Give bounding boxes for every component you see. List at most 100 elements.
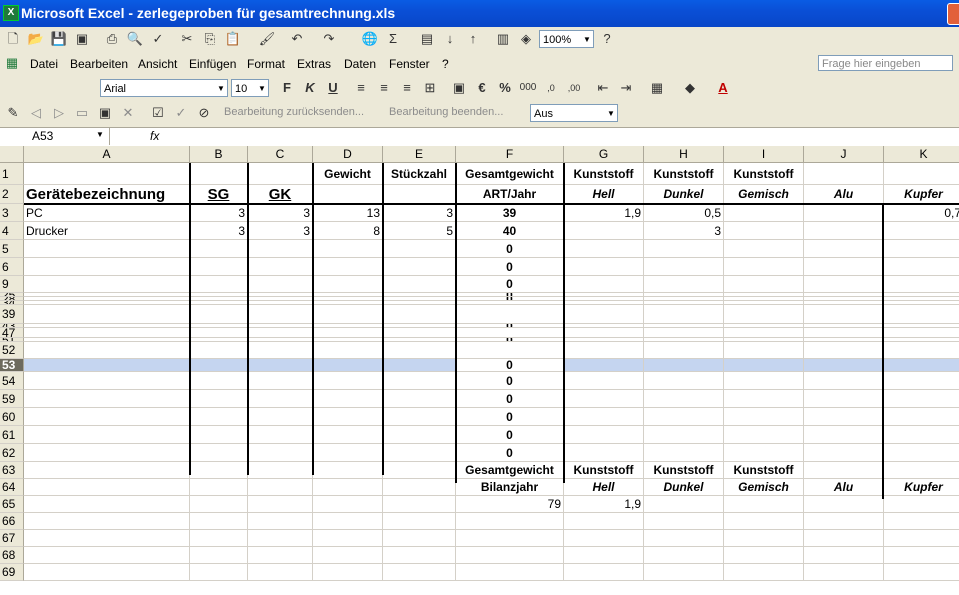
- cell-a4[interactable]: Drucker: [24, 222, 190, 240]
- cell-d39[interactable]: [313, 305, 383, 324]
- cell-d59[interactable]: [313, 390, 383, 408]
- cell-e64[interactable]: [383, 479, 456, 496]
- chevron-down-icon[interactable]: ▼: [256, 80, 268, 96]
- cell-d68[interactable]: [313, 547, 383, 564]
- excel-app-icon[interactable]: X: [3, 5, 19, 21]
- cell-h59[interactable]: [644, 390, 724, 408]
- workbook-icon[interactable]: ▦: [3, 54, 21, 72]
- cell-h6[interactable]: [644, 258, 724, 276]
- cell-c39[interactable]: [248, 305, 313, 324]
- cell-d9[interactable]: [313, 276, 383, 293]
- menu-fenster[interactable]: Fenster: [389, 57, 430, 71]
- cell-d67[interactable]: [313, 530, 383, 547]
- cell-h52[interactable]: [644, 342, 724, 359]
- column-header-f[interactable]: F: [456, 146, 564, 163]
- cell-a53[interactable]: [24, 359, 190, 372]
- cell-c68[interactable]: [248, 547, 313, 564]
- cell-i67[interactable]: [724, 530, 804, 547]
- cell-c4[interactable]: 3: [248, 222, 313, 240]
- menu-format[interactable]: Format: [247, 57, 285, 71]
- cell-a47[interactable]: [24, 328, 190, 338]
- menu-extras[interactable]: Extras: [297, 57, 331, 71]
- cell-b59[interactable]: [190, 390, 248, 408]
- column-header-b[interactable]: B: [190, 146, 248, 163]
- column-header-k[interactable]: K: [884, 146, 959, 163]
- paste-icon[interactable]: 📋: [224, 30, 242, 48]
- cell-g2[interactable]: Hell: [564, 185, 644, 204]
- italic-button[interactable]: K: [301, 79, 319, 97]
- cell-g1[interactable]: Kunststoff: [564, 163, 644, 185]
- cell-i59[interactable]: [724, 390, 804, 408]
- cell-i63[interactable]: Kunststoff: [724, 462, 804, 479]
- cell-h39[interactable]: [644, 305, 724, 324]
- cell-a1[interactable]: [24, 163, 190, 185]
- cell-k39[interactable]: [884, 305, 959, 324]
- column-header-i[interactable]: I: [724, 146, 804, 163]
- row-header-5[interactable]: 5: [0, 240, 24, 258]
- cell-i39[interactable]: [724, 305, 804, 324]
- cell-b65[interactable]: [190, 496, 248, 513]
- cell-c9[interactable]: [248, 276, 313, 293]
- row-header-68[interactable]: 68: [0, 547, 24, 564]
- cell-d69[interactable]: [313, 564, 383, 581]
- cell-k52[interactable]: [884, 342, 959, 359]
- align-right-icon[interactable]: ≡: [398, 79, 416, 97]
- new-document-icon[interactable]: 🗋: [4, 30, 22, 48]
- cell-i65[interactable]: [724, 496, 804, 513]
- cell-g5[interactable]: [564, 240, 644, 258]
- cell-d2[interactable]: [313, 185, 383, 204]
- cell-g60[interactable]: [564, 408, 644, 426]
- copy-icon[interactable]: ⎘: [201, 30, 219, 48]
- name-box[interactable]: A53: [0, 128, 110, 145]
- cell-k5[interactable]: [884, 240, 959, 258]
- cell-e60[interactable]: [383, 408, 456, 426]
- row-header-53[interactable]: 53: [0, 359, 24, 372]
- cell-h67[interactable]: [644, 530, 724, 547]
- column-header-c[interactable]: C: [248, 146, 313, 163]
- cell-k60[interactable]: [884, 408, 959, 426]
- cell-b6[interactable]: [190, 258, 248, 276]
- cell-d60[interactable]: [313, 408, 383, 426]
- cell-k47[interactable]: [884, 328, 959, 338]
- row-header-39[interactable]: 39: [0, 305, 24, 324]
- cell-a64[interactable]: [24, 479, 190, 496]
- cell-e63[interactable]: [383, 462, 456, 479]
- cell-d64[interactable]: [313, 479, 383, 496]
- cell-d1[interactable]: Gewicht: [313, 163, 383, 185]
- cell-e47[interactable]: [383, 328, 456, 338]
- cell-a54[interactable]: [24, 372, 190, 390]
- cell-b61[interactable]: [190, 426, 248, 444]
- cell-c47[interactable]: [248, 328, 313, 338]
- cell-a52[interactable]: [24, 342, 190, 359]
- cell-c64[interactable]: [248, 479, 313, 496]
- cell-c66[interactable]: [248, 513, 313, 530]
- cell-g39[interactable]: [564, 305, 644, 324]
- cell-k59[interactable]: [884, 390, 959, 408]
- cell-f54[interactable]: 0: [456, 372, 564, 390]
- cell-k66[interactable]: [884, 513, 959, 530]
- spreadsheet-grid[interactable]: A B C D E F G H I J K 1 Gewicht Stückzahl Gesamtgewich…: [0, 146, 959, 595]
- column-header-j[interactable]: J: [804, 146, 884, 163]
- column-header-g[interactable]: G: [564, 146, 644, 163]
- row-header-67[interactable]: 67: [0, 530, 24, 547]
- show-all-comments-icon[interactable]: ▣: [96, 104, 114, 122]
- cell-e62[interactable]: [383, 444, 456, 462]
- cell-j65[interactable]: [804, 496, 884, 513]
- cell-k2[interactable]: Kupfer: [884, 185, 959, 204]
- permission-icon[interactable]: ▣: [73, 30, 91, 48]
- font-color-button[interactable]: A: [714, 79, 732, 97]
- cell-g62[interactable]: [564, 444, 644, 462]
- cell-e3[interactable]: 3: [383, 204, 456, 222]
- cell-g9[interactable]: [564, 276, 644, 293]
- cell-k6[interactable]: [884, 258, 959, 276]
- cell-k62[interactable]: [884, 444, 959, 462]
- cell-h1[interactable]: Kunststoff: [644, 163, 724, 185]
- cell-g65[interactable]: 1,9: [564, 496, 644, 513]
- cell-e54[interactable]: [383, 372, 456, 390]
- open-folder-icon[interactable]: 📂: [27, 30, 45, 48]
- cell-f59[interactable]: 0: [456, 390, 564, 408]
- cell-a59[interactable]: [24, 390, 190, 408]
- cell-i9[interactable]: [724, 276, 804, 293]
- cell-h66[interactable]: [644, 513, 724, 530]
- cell-j69[interactable]: [804, 564, 884, 581]
